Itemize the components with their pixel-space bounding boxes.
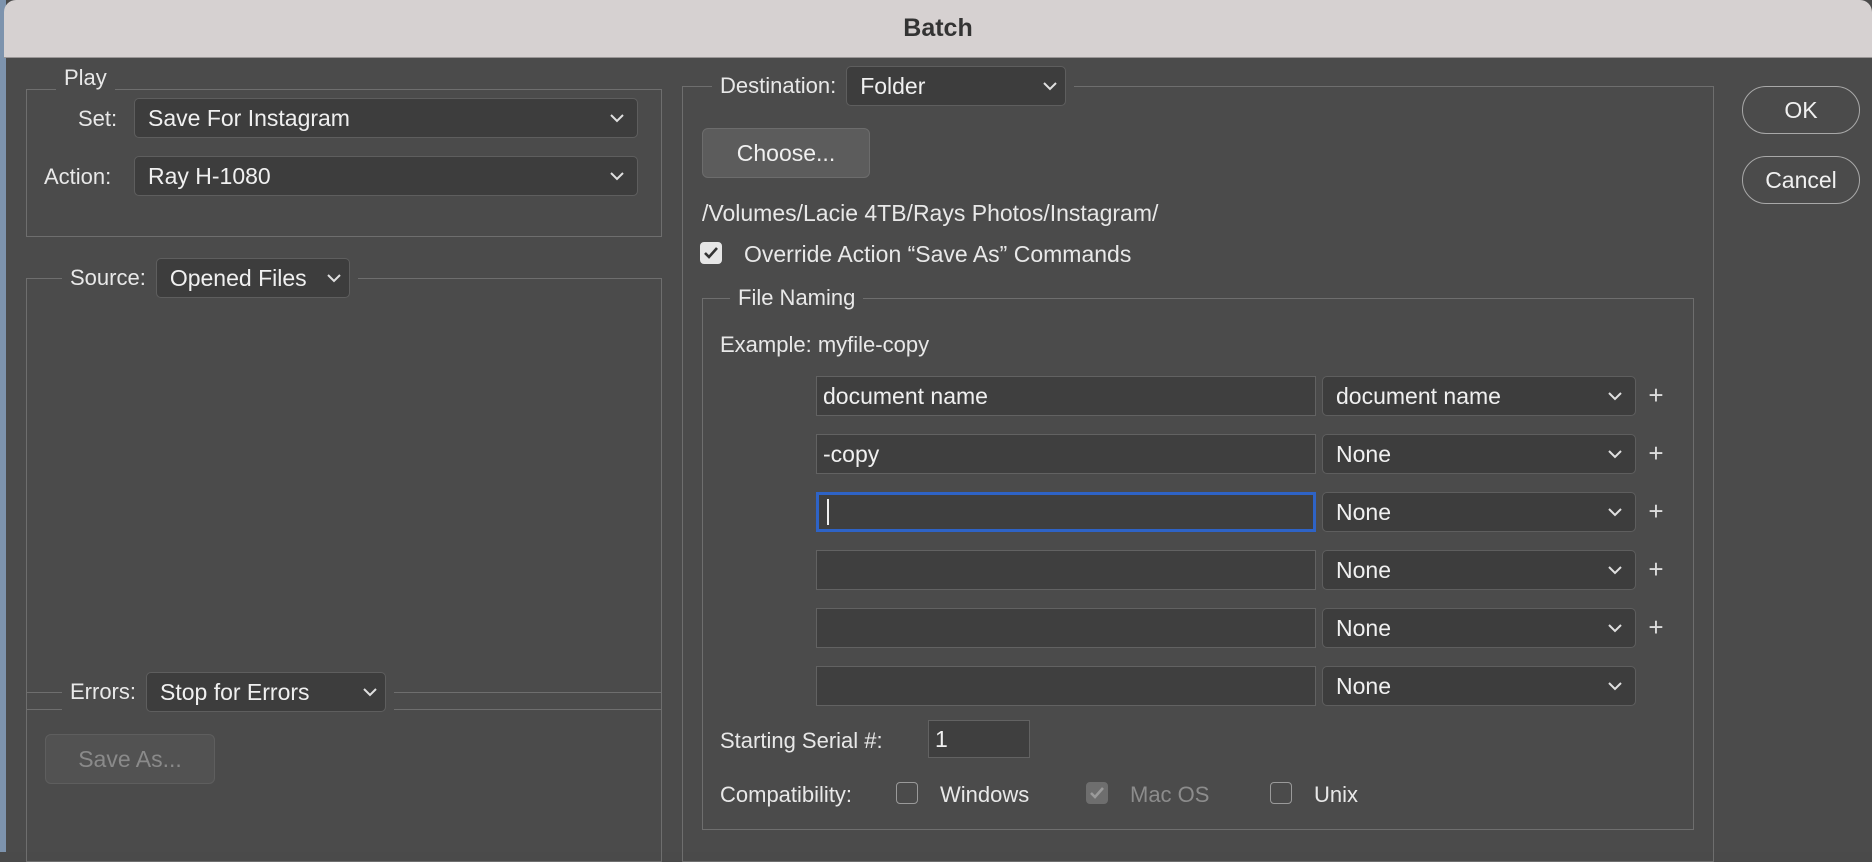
destination-select-value: Folder [860, 72, 926, 99]
source-label: Source: [70, 265, 146, 290]
macos-label: Mac OS [1130, 782, 1210, 807]
serial-input-value: 1 [935, 725, 948, 752]
cancel-button[interactable]: Cancel [1742, 156, 1860, 204]
override-checkbox[interactable] [700, 242, 722, 264]
macos-checkbox[interactable] [1086, 782, 1108, 804]
compatibility-label: Compatibility: [720, 782, 853, 807]
chevron-down-icon [1595, 449, 1635, 459]
checkmark-icon [1090, 787, 1104, 799]
add-row-button-1[interactable]: + [1644, 380, 1668, 411]
set-select[interactable]: Save For Instagram [134, 98, 638, 138]
chevron-down-icon [1595, 391, 1635, 401]
unix-checkbox[interactable] [1270, 782, 1292, 804]
naming-select-6[interactable]: None [1322, 666, 1636, 706]
play-legend-label: Play [64, 65, 107, 90]
ok-button[interactable]: OK [1742, 86, 1860, 134]
naming-field-4[interactable] [816, 550, 1316, 590]
file-naming-legend-label: File Naming [738, 285, 856, 310]
choose-label: Choose... [736, 139, 836, 166]
destination-label: Destination: [720, 73, 837, 98]
chevron-down-icon [1035, 81, 1065, 91]
source-select-value: Opened Files [169, 264, 307, 291]
naming-select-6-value: None [1336, 672, 1391, 699]
set-label: Set: [78, 106, 118, 131]
source-select[interactable]: Opened Files [155, 258, 350, 298]
naming-field-6[interactable] [816, 666, 1316, 706]
checkmark-icon [704, 247, 718, 259]
unix-label: Unix [1314, 782, 1359, 807]
errors-legend: Errors: Stop for Errors [62, 670, 394, 714]
add-row-button-2[interactable]: + [1644, 438, 1668, 469]
add-row-button-3[interactable]: + [1644, 496, 1668, 527]
serial-label: Starting Serial #: [720, 728, 883, 753]
source-group [26, 278, 662, 710]
chevron-down-icon [1595, 565, 1635, 575]
naming-select-5[interactable]: None [1322, 608, 1636, 648]
naming-select-3-value: None [1336, 498, 1391, 525]
serial-input[interactable]: 1 [928, 720, 1030, 758]
action-select-value: Ray H-1080 [148, 162, 271, 189]
windows-label: Windows [940, 782, 1030, 807]
naming-select-1[interactable]: document name [1322, 376, 1636, 416]
source-legend: Source: Opened Files [62, 256, 358, 300]
errors-select[interactable]: Stop for Errors [146, 672, 386, 712]
title-bar: Batch [4, 0, 1872, 58]
errors-label: Errors: [70, 679, 136, 704]
chevron-down-icon [597, 113, 637, 123]
save-as-button[interactable]: Save As... [45, 734, 215, 784]
text-cursor [827, 499, 829, 525]
set-select-value: Save For Instagram [148, 104, 350, 131]
chevron-down-icon [355, 687, 385, 697]
naming-select-5-value: None [1336, 614, 1391, 641]
action-select[interactable]: Ray H-1080 [134, 156, 638, 196]
save-as-label: Save As... [78, 745, 182, 772]
naming-field-2[interactable]: -copy [816, 434, 1316, 474]
chevron-down-icon [1595, 507, 1635, 517]
windows-checkbox[interactable] [896, 782, 918, 804]
ok-label: OK [1784, 96, 1818, 123]
cancel-label: Cancel [1765, 166, 1837, 193]
chevron-down-icon [319, 273, 349, 283]
add-row-button-5[interactable]: + [1644, 612, 1668, 643]
naming-field-2-value: -copy [823, 440, 880, 467]
destination-legend: Destination: Folder [712, 64, 1075, 108]
naming-field-5[interactable] [816, 608, 1316, 648]
destination-select[interactable]: Folder [846, 66, 1067, 106]
action-label: Action: [44, 164, 112, 189]
naming-select-1-value: document name [1336, 382, 1501, 409]
batch-dialog: Play Set: Save For Instagram Action: Ray… [6, 58, 1872, 862]
errors-select-value: Stop for Errors [160, 678, 310, 705]
naming-field-1[interactable]: document name [816, 376, 1316, 416]
window-title: Batch [903, 14, 973, 42]
naming-select-4[interactable]: None [1322, 550, 1636, 590]
naming-select-2[interactable]: None [1322, 434, 1636, 474]
add-row-button-4[interactable]: + [1644, 554, 1668, 585]
file-naming-example: Example: myfile-copy [720, 332, 930, 357]
naming-select-3[interactable]: None [1322, 492, 1636, 532]
naming-select-4-value: None [1336, 556, 1391, 583]
chevron-down-icon [1595, 623, 1635, 633]
override-label: Override Action “Save As” Commands [744, 241, 1132, 267]
play-legend: Play [56, 61, 115, 95]
chevron-down-icon [597, 171, 637, 181]
naming-field-3[interactable] [816, 492, 1316, 532]
naming-select-2-value: None [1336, 440, 1391, 467]
naming-field-1-value: document name [823, 382, 988, 409]
chevron-down-icon [1595, 681, 1635, 691]
choose-button[interactable]: Choose... [702, 128, 870, 178]
file-naming-legend: File Naming [730, 280, 864, 316]
destination-path: /Volumes/Lacie 4TB/Rays Photos/Instagram… [702, 200, 1159, 226]
